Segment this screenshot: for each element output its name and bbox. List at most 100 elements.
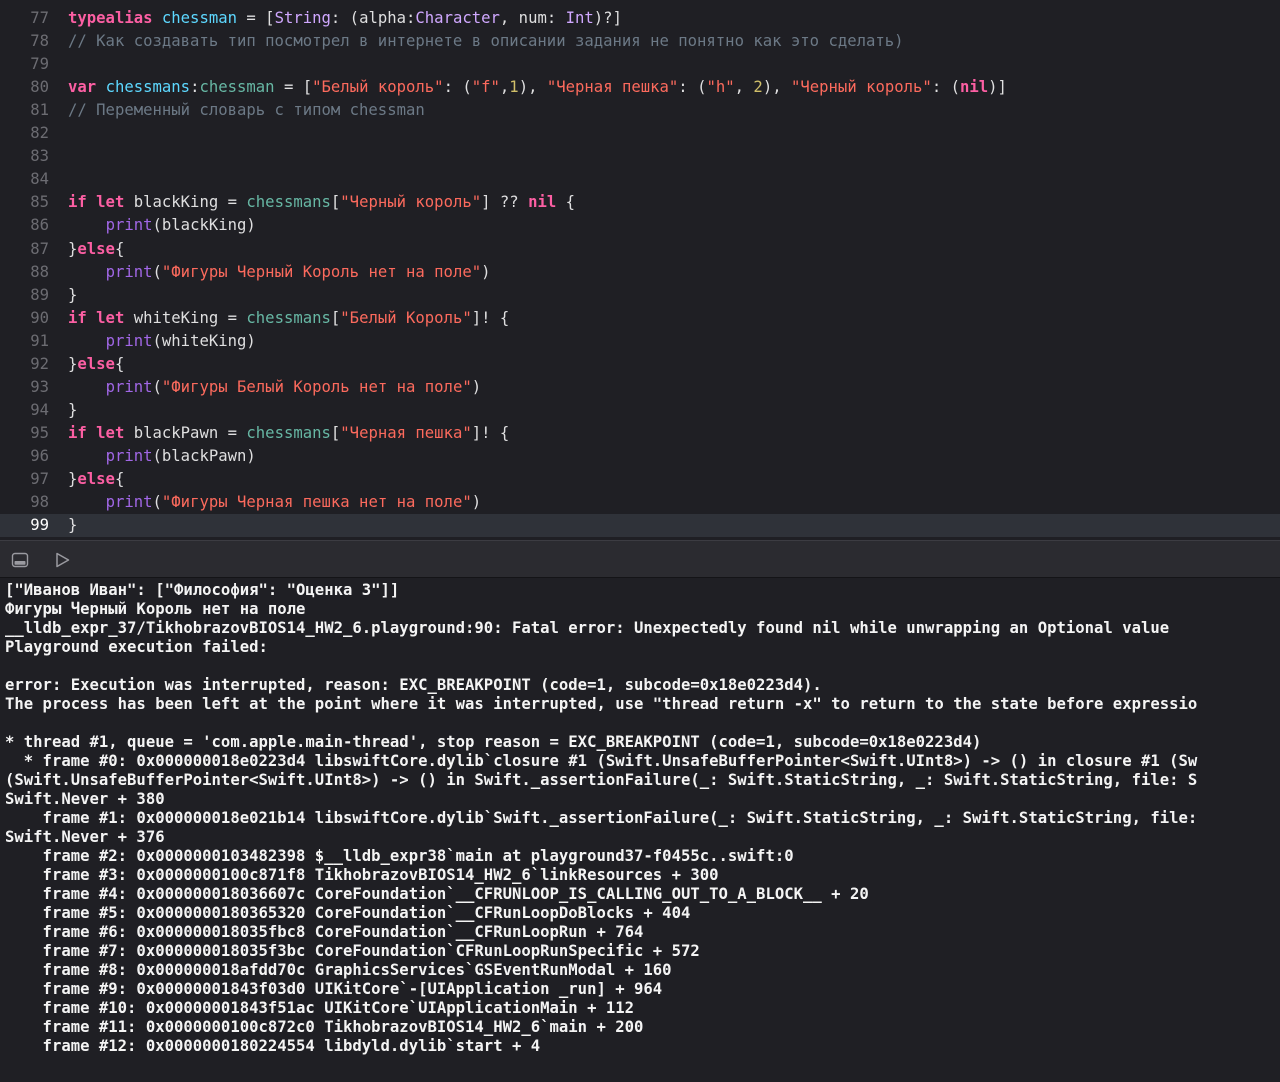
line-number: 89 — [30, 285, 49, 304]
code-text: print(blackPawn) — [68, 445, 256, 468]
console-line: frame #11: 0x0000000100c872c0 Tikhobrazo… — [5, 1018, 644, 1037]
code-token: "Белый король" — [312, 78, 444, 97]
code-token: print — [105, 377, 153, 396]
line-number: 95 — [30, 423, 49, 442]
code-token: "Фигуры Черная пешка нет на поле" — [161, 493, 472, 512]
code-token: chessmans — [105, 78, 191, 97]
console-line: frame #5: 0x0000000180365320 CoreFoundat… — [5, 904, 691, 923]
code-token: , num: — [499, 9, 566, 27]
code-line[interactable]: 77 typealias chessman = [String: (alpha:C… — [0, 7, 1280, 30]
line-number: 92 — [30, 354, 49, 373]
code-line[interactable]: 88 print("Фигуры Черный Король нет на по… — [0, 261, 1280, 284]
code-token: nil — [528, 193, 557, 212]
code-token: else — [77, 239, 115, 258]
line-number: 79 — [30, 55, 49, 74]
code-line[interactable]: 82 — [0, 122, 1280, 145]
code-token: let — [96, 193, 125, 212]
line-number: 97 — [30, 470, 49, 488]
code-token: { — [114, 239, 125, 258]
code-token: chessmans — [246, 423, 331, 442]
play-icon[interactable] — [52, 550, 72, 570]
console-line: Swift.Never + 376 — [5, 828, 165, 847]
code-token: )] — [988, 78, 1007, 97]
console-panel-icon[interactable] — [10, 550, 30, 570]
code-token: = [ — [274, 78, 313, 97]
code-token: Int — [565, 9, 594, 27]
console-line: Playground execution failed: — [5, 638, 268, 657]
code-token: { — [114, 470, 125, 488]
code-editor[interactable]: 77 typealias chessman = [String: (alpha:C… — [0, 0, 1280, 540]
code-token: [ — [330, 423, 341, 442]
code-token: "Черная пешка" — [546, 78, 679, 97]
code-token: "Фигуры Белый Король нет на поле" — [161, 377, 472, 396]
console-line: * thread #1, queue = 'com.apple.main-thr… — [5, 733, 982, 752]
code-line[interactable]: 92 }else{ — [0, 353, 1280, 376]
code-line[interactable]: 94} — [0, 399, 1280, 422]
console-line: The process has been left at the point w… — [5, 695, 1198, 714]
code-token: ) — [471, 377, 482, 396]
code-text: // Переменный словарь с типом chessman — [68, 99, 425, 122]
console-line: ["Иванов Иван": ["Философия": "Оценка 3"… — [5, 581, 400, 599]
line-number: 87 — [30, 239, 49, 258]
code-line[interactable]: 81 // Переменный словарь с типом chessman — [0, 99, 1280, 122]
console-line: (Swift.UnsafeBufferPointer<Swift.UInt8>)… — [5, 771, 1198, 790]
code-text: }else{ — [68, 353, 124, 376]
code-text: if let blackPawn = chessmans["Черная пеш… — [68, 422, 509, 445]
code-token: )?] — [593, 9, 622, 27]
code-line[interactable]: 91 print(whiteKing) — [0, 330, 1280, 353]
code-token: "h" — [706, 78, 735, 97]
code-token: blackKing = — [124, 193, 247, 212]
code-text: print("Фигуры Черная пешка нет на поле") — [68, 491, 482, 514]
code-token: ( — [152, 493, 162, 512]
code-text: var chessmans:chessman = ["Белый король"… — [68, 76, 1007, 99]
code-line[interactable]: 84 — [0, 168, 1280, 191]
code-line[interactable]: 98 print("Фигуры Черная пешка нет на пол… — [0, 491, 1280, 514]
code-token: "Белый Король" — [340, 308, 472, 327]
line-number: 93 — [30, 377, 49, 396]
code-token: "Черный король" — [340, 193, 482, 212]
code-text: if let whiteKing = chessmans["Белый Коро… — [68, 307, 509, 330]
code-token: } — [68, 516, 78, 535]
code-line[interactable]: 85 if let blackKing = chessmans["Черный к… — [0, 191, 1280, 214]
code-line[interactable]: 97}else{ — [0, 468, 1280, 491]
code-line[interactable]: 79 — [0, 53, 1280, 76]
line-number: 81 — [30, 101, 49, 120]
code-line[interactable]: 78 // Как создавать тип посмотрел в интер… — [0, 30, 1280, 53]
code-token: [ — [330, 193, 341, 212]
code-line[interactable]: 96 print(blackPawn) — [0, 445, 1280, 468]
code-token: else — [77, 470, 115, 488]
code-line[interactable]: 86 print(blackKing) — [0, 214, 1280, 237]
code-token: nil — [959, 78, 989, 97]
code-line[interactable]: 83 — [0, 145, 1280, 168]
code-text: print("Фигуры Белый Король нет на поле") — [68, 376, 482, 399]
console-line: frame #3: 0x0000000100c871f8 Tikhobrazov… — [5, 866, 719, 885]
code-line[interactable]: 80 var chessmans:chessman = ["Белый корол… — [0, 76, 1280, 99]
code-token: else — [77, 354, 115, 373]
code-line[interactable]: 99} — [0, 514, 1280, 538]
code-token: 1 — [509, 78, 519, 97]
code-line[interactable]: 95 if let blackPawn = chessmans["Черная п… — [0, 422, 1280, 445]
code-token: print — [105, 262, 153, 281]
code-line[interactable]: 90 if let whiteKing = chessmans["Белый Ко… — [0, 307, 1280, 330]
code-token: : ( — [931, 78, 960, 97]
code-text: // Как создавать тип посмотрел в интерне… — [68, 30, 904, 53]
debug-console[interactable]: ["Иванов Иван": ["Философия": "Оценка 3"… — [0, 578, 1280, 1082]
code-token: (whiteKing) — [152, 331, 256, 350]
code-line[interactable]: 89} — [0, 284, 1280, 307]
code-line[interactable]: 93 print("Фигуры Белый Король нет на пол… — [0, 376, 1280, 399]
code-token: ), — [518, 78, 547, 97]
code-text: if let blackKing = chessmans["Черный кор… — [68, 191, 575, 214]
code-text: typealias chessman = [String: (alpha:Cha… — [68, 7, 622, 30]
line-number: 86 — [30, 216, 49, 235]
code-token: : ( — [678, 78, 707, 97]
code-token: if — [68, 423, 87, 442]
code-token: = [ — [237, 9, 275, 27]
console-line: frame #8: 0x000000018afdd70c GraphicsSer… — [5, 961, 672, 980]
code-line[interactable]: 87}else{ — [0, 238, 1280, 261]
code-token: // Переменный словарь с типом chessman — [68, 101, 425, 120]
line-number: 90 — [30, 308, 49, 327]
line-number: 91 — [30, 331, 49, 350]
code-token: : (alpha: — [330, 9, 416, 27]
